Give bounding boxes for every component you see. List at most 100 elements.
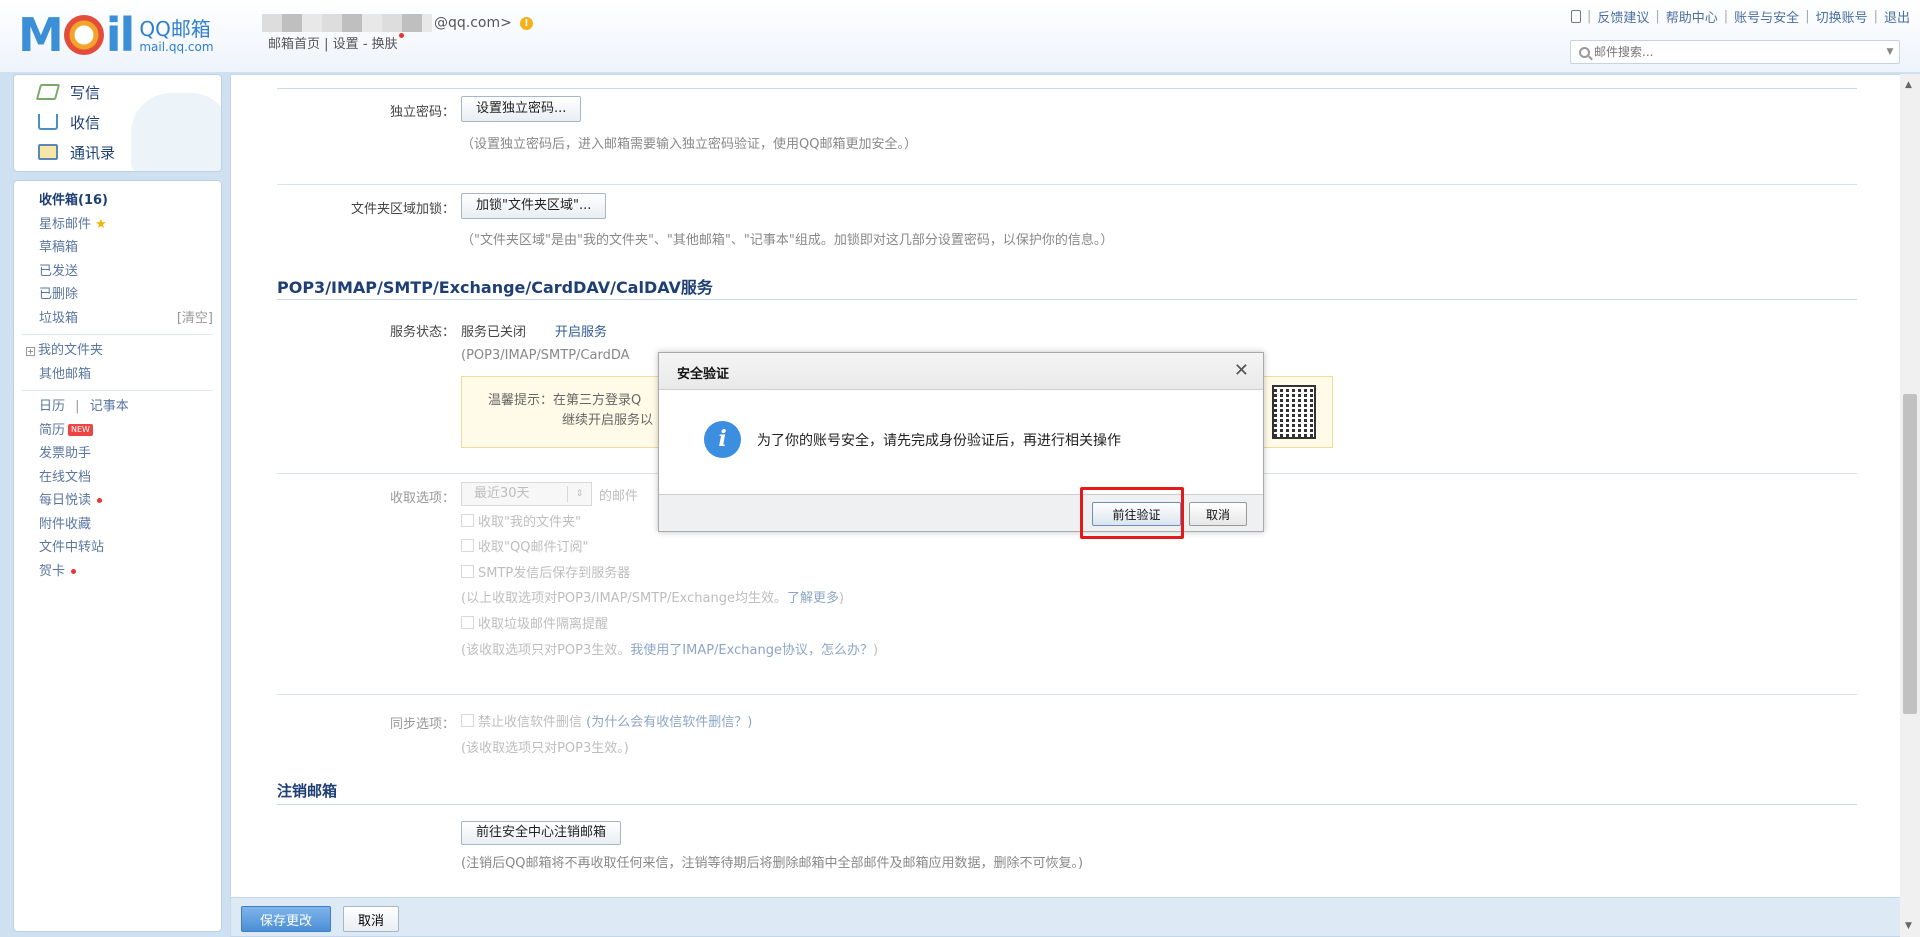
scrollbar-thumb[interactable] (1903, 394, 1917, 714)
service-status-hint: (POP3/IMAP/SMTP/CardDA (461, 348, 630, 363)
checkbox-label: 收取垃圾邮件隔离提醒 (478, 617, 609, 632)
sidebar-item-attachments[interactable]: 附件收藏 (14, 513, 221, 537)
sidebar-item-other-mailboxes[interactable]: 其他邮箱 (14, 363, 221, 387)
checkbox-row[interactable]: SMTP发信后保存到服务器 (461, 562, 630, 581)
checkbox[interactable] (461, 565, 474, 578)
divider (277, 694, 1857, 695)
tip-line-1: 温馨提示：在第三方登录Q (488, 393, 642, 408)
checkbox[interactable] (461, 514, 474, 527)
receive-note-2: (该收取选项只对POP3生效。我使用了IMAP/Exchange协议，怎么办？) (461, 643, 879, 658)
sidebar-item-label: 垃圾箱 (39, 310, 79, 326)
cancel-account-button[interactable]: 前往安全中心注销邮箱 (461, 821, 622, 845)
sidebar-item-calendar-notes: 日历 | 记事本 (39, 399, 129, 414)
receive-range-select[interactable]: 最近30天 ⇕ (461, 482, 592, 506)
address-book-icon (38, 144, 58, 160)
sidebar-item-notes[interactable]: 记事本 (90, 399, 129, 414)
link-mail-home[interactable]: 邮箱首页 (268, 37, 320, 52)
save-button[interactable]: 保存更改 (241, 906, 331, 932)
sidebar-item-sent[interactable]: 已发送 (14, 260, 221, 284)
checkbox-row[interactable]: 收取垃圾邮件隔离提醒 (461, 613, 608, 632)
sidebar-item-drafts[interactable]: 草稿箱 (14, 236, 221, 260)
sidebar-item-daily-read[interactable]: 每日悦读 (14, 489, 221, 513)
checkbox-label: 禁止收信软件删信 (478, 715, 583, 730)
receive-suffix: 的邮件 (599, 489, 639, 504)
checkbox-row[interactable]: 收取"QQ邮件订阅" (461, 536, 588, 555)
sidebar-item-label: 每日悦读 (39, 493, 92, 508)
info-icon: i (704, 421, 741, 458)
scrollbar[interactable]: ▲ ▼ (1900, 74, 1920, 937)
sidebar-item-docs[interactable]: 在线文档 (14, 466, 221, 490)
sidebar-item-spam[interactable]: 垃圾箱 [清空] (14, 307, 221, 331)
link-help[interactable]: 帮助中心 (1666, 7, 1718, 26)
link-feedback[interactable]: 反馈建议 (1597, 7, 1649, 26)
divider (277, 88, 1857, 89)
compose-button[interactable]: 写信 (14, 77, 221, 107)
learn-more-link[interactable]: 了解更多 (787, 591, 839, 606)
folder-lock-button[interactable]: 加锁"文件夹区域"... (461, 193, 607, 219)
search-input[interactable] (1594, 45, 1881, 59)
sidebar-item-inbox[interactable]: 收件箱(16) (14, 189, 221, 213)
why-delete-link[interactable]: (为什么会有收信软件删信？) (586, 711, 752, 730)
set-standalone-password-button[interactable]: 设置独立密码... (461, 96, 582, 122)
empty-spam-link[interactable]: [清空] (177, 307, 213, 331)
link-logout[interactable]: 退出 (1884, 7, 1910, 26)
divider (22, 390, 213, 391)
expand-plus-icon[interactable]: + (26, 347, 35, 356)
bottom-action-bar: 保存更改 取消 (231, 897, 1902, 936)
logo-en: mail.qq.com (139, 40, 214, 54)
checkbox-row[interactable]: 禁止收信软件删信 (为什么会有收信软件删信？) (461, 711, 752, 730)
checkbox[interactable] (461, 714, 474, 727)
checkbox-label: SMTP发信后保存到服务器 (478, 566, 631, 581)
logo-cn: QQ邮箱 (139, 17, 211, 41)
security-verification-dialog: 安全验证 ✕ i 为了你的账号安全，请先完成身份验证后，再进行相关操作 前往验证… (658, 352, 1264, 532)
sidebar-actions: 写信 收信 通讯录 (13, 74, 222, 172)
scroll-up-icon[interactable]: ▲ (1905, 80, 1912, 90)
notification-dot-icon (71, 568, 77, 574)
sidebar-item-deleted[interactable]: 已删除 (14, 283, 221, 307)
checkbox[interactable] (461, 539, 474, 552)
sidebar-item-cards[interactable]: 贺卡 (14, 560, 221, 584)
dialog-cancel-button[interactable]: 取消 (1189, 502, 1247, 526)
inbox-download-icon (38, 114, 58, 130)
go-verify-button[interactable]: 前往验证 (1092, 502, 1181, 526)
enable-service-link[interactable]: 开启服务 (555, 321, 607, 340)
receive-button[interactable]: 收信 (14, 107, 221, 137)
dialog-body: i 为了你的账号安全，请先完成身份验证后，再进行相关操作 (659, 390, 1263, 494)
sidebar-item-invoice[interactable]: 发票助手 (14, 442, 221, 466)
sidebar-item-starred[interactable]: 星标邮件 ★ (14, 213, 221, 237)
checkbox-row[interactable]: 收取"我的文件夹" (461, 511, 581, 530)
sidebar-item-my-folders[interactable]: + 我的文件夹 (14, 339, 221, 363)
sidebar-item-file-transfer[interactable]: 文件中转站 (14, 536, 221, 560)
close-icon[interactable]: ✕ (1234, 360, 1249, 381)
link-settings[interactable]: 设置 (333, 37, 359, 52)
notification-dot-icon (398, 33, 404, 38)
star-icon: ★ (95, 216, 107, 232)
sidebar-item-resume[interactable]: 简历 NEW (14, 419, 221, 443)
account-suffix: @qq.com> (434, 15, 512, 31)
search-icon[interactable] (1579, 46, 1590, 58)
compose-label: 写信 (70, 83, 101, 102)
logo-mark: M (18, 8, 64, 62)
warning-icon[interactable]: ! (519, 16, 533, 30)
sidebar-item-calendar[interactable]: 日历 (39, 399, 65, 414)
logo-ring-icon (63, 15, 104, 55)
checkbox[interactable] (461, 616, 474, 629)
scroll-down-icon[interactable]: ▼ (1905, 921, 1912, 931)
link-change-skin[interactable]: 换肤 (372, 37, 398, 52)
top-links: | 反馈建议 | 帮助中心 | 账号与安全 | 切换账号 | 退出 (1570, 7, 1910, 26)
link-account-security[interactable]: 账号与安全 (1734, 7, 1799, 26)
qq-mail-logo[interactable]: M il QQ邮箱 mail.qq.com (18, 10, 214, 58)
divider (277, 299, 1857, 300)
contacts-button[interactable]: 通讯录 (14, 137, 221, 167)
mail-search: ▼ (1570, 40, 1900, 64)
phone-icon[interactable] (1570, 10, 1581, 23)
dialog-message: 为了你的账号安全，请先完成身份验证后，再进行相关操作 (757, 433, 1121, 449)
imap-help-link[interactable]: 我使用了IMAP/Exchange协议，怎么办？ (630, 643, 873, 658)
link-switch-account[interactable]: 切换账号 (1816, 7, 1868, 26)
cancel-button[interactable]: 取消 (343, 906, 399, 932)
receive-options-label: 收取选项： (389, 491, 455, 506)
sidebar-nav: 收件箱(16) 星标邮件 ★ 草稿箱 已发送 已删除 垃圾箱 [清空] + 我的文件… (13, 180, 222, 932)
chevron-down-icon[interactable]: ▼ (1881, 47, 1899, 57)
qr-code-icon (1272, 385, 1316, 439)
cancel-account-section-title: 注销邮箱 (277, 782, 338, 800)
